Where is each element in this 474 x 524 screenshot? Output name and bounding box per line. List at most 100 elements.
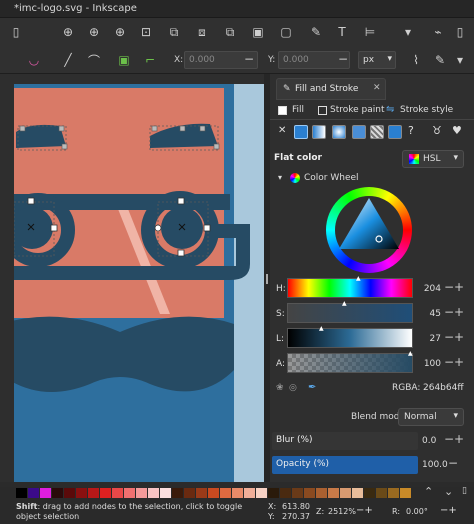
group-icon[interactable]: ▣	[250, 24, 266, 40]
path-effects-icon[interactable]: ✎	[432, 52, 448, 68]
palette-swatch[interactable]	[328, 488, 339, 498]
saturation-value[interactable]: 45	[417, 309, 441, 319]
color-managed-icon[interactable]: ❀	[276, 383, 284, 393]
palette-swatch[interactable]	[100, 488, 111, 498]
zoom-value[interactable]: 2512%	[328, 507, 356, 516]
flat-color-button[interactable]	[294, 125, 308, 139]
stroke-to-path-icon[interactable]: ⌐	[142, 52, 158, 68]
chevron-down-icon[interactable]: ⌄	[444, 485, 453, 498]
line-segment-icon[interactable]: ╱	[60, 52, 76, 68]
palette-swatch[interactable]	[352, 488, 363, 498]
palette-swatch[interactable]	[400, 488, 411, 498]
palette-swatch[interactable]	[364, 488, 375, 498]
rotation-stepper-icon[interactable]: −+	[440, 505, 457, 516]
alpha-value[interactable]: 100	[417, 359, 441, 369]
saturation-slider-thumb[interactable]: ▲	[342, 300, 347, 307]
saturation-slider[interactable]: ▲	[287, 300, 413, 323]
alpha-slider[interactable]: ▲	[287, 350, 413, 373]
palette-swatch[interactable]	[52, 488, 63, 498]
opacity-value[interactable]: 100.0	[422, 460, 448, 470]
opacity-slider[interactable]: Opacity (%)	[272, 456, 418, 474]
lightness-slider[interactable]: ▲	[287, 325, 413, 348]
fill-rule-nonzero-icon[interactable]: ♥	[452, 124, 462, 137]
lightness-stepper-icon[interactable]: −+	[444, 330, 464, 344]
hue-slider-thumb[interactable]: ▲	[356, 275, 361, 282]
text-font-icon[interactable]: T	[334, 24, 350, 40]
palette-swatch[interactable]	[124, 488, 135, 498]
palette-swatch[interactable]	[340, 488, 351, 498]
pattern-button[interactable]	[370, 125, 384, 139]
zoom-drawing-icon[interactable]: ⊕	[86, 24, 102, 40]
alpha-stepper-icon[interactable]: −+	[444, 355, 464, 369]
divider-grip[interactable]	[266, 274, 268, 284]
chevron-up-icon[interactable]: ⌃	[424, 485, 433, 498]
clone-icon[interactable]: ⧈	[194, 24, 210, 40]
palette-swatch[interactable]	[280, 488, 291, 498]
tab-stroke-paint[interactable]: Stroke paint	[330, 105, 385, 115]
show-handles-icon[interactable]: ⌇	[408, 52, 424, 68]
palette-swatch[interactable]	[88, 488, 99, 498]
node-cusp-icon[interactable]: ◡	[26, 52, 42, 68]
palette-swatch[interactable]	[16, 488, 27, 498]
opacity-stepper-icon[interactable]: −	[448, 456, 458, 470]
color-triangle[interactable]	[326, 187, 412, 273]
zoom-width-icon[interactable]: ⊡	[138, 24, 154, 40]
palette-swatch[interactable]	[112, 488, 123, 498]
close-icon[interactable]: ✕	[373, 83, 381, 93]
radial-gradient-button[interactable]	[332, 125, 346, 139]
x-stepper-icon[interactable]: −	[244, 52, 254, 66]
palette-swatch[interactable]	[232, 488, 243, 498]
palette-swatch[interactable]	[40, 488, 51, 498]
y-stepper-icon[interactable]: −	[338, 52, 348, 66]
blur-stepper-icon[interactable]: −+	[444, 432, 464, 446]
hue-slider[interactable]: ▲	[287, 275, 413, 298]
palette-swatch[interactable]	[76, 488, 87, 498]
palette-menu-icon[interactable]: ▯	[462, 486, 467, 496]
hue-value[interactable]: 204	[417, 284, 441, 294]
blur-slider[interactable]: Blur (%)	[272, 432, 418, 450]
palette-swatch[interactable]	[304, 488, 315, 498]
palette-swatch[interactable]	[316, 488, 327, 498]
object-to-path-icon[interactable]: ▣	[116, 52, 132, 68]
more-icon[interactable]: ▾	[452, 52, 468, 68]
rgba-input[interactable]: 264b64ff	[420, 381, 466, 397]
blur-value[interactable]: 0.0	[422, 436, 436, 446]
fill-rule-evenodd-icon[interactable]: ♉	[432, 124, 442, 137]
hue-stepper-icon[interactable]: −+	[444, 280, 464, 294]
palette-swatch[interactable]	[268, 488, 279, 498]
color-wheel[interactable]	[326, 187, 412, 273]
fill-stroke-icon[interactable]: ✎	[308, 24, 324, 40]
palette-swatch[interactable]	[208, 488, 219, 498]
palette-swatch[interactable]	[184, 488, 195, 498]
tab-fill[interactable]: Fill	[292, 105, 304, 115]
swatch-button[interactable]	[388, 125, 402, 139]
palette-swatch[interactable]	[256, 488, 267, 498]
ungroup-icon[interactable]: ▢	[278, 24, 294, 40]
alpha-slider-thumb[interactable]: ▲	[408, 350, 413, 357]
palette-swatch[interactable]	[172, 488, 183, 498]
unset-paint-icon[interactable]: ?	[408, 124, 414, 137]
palette-swatch[interactable]	[148, 488, 159, 498]
palette-swatch[interactable]	[388, 488, 399, 498]
palette-swatch[interactable]	[28, 488, 39, 498]
zoom-selection-icon[interactable]: ⊕	[60, 24, 76, 40]
palette-swatch[interactable]	[136, 488, 147, 498]
palette-swatch[interactable]	[220, 488, 231, 498]
unit-select[interactable]: px ▾	[358, 51, 396, 69]
zoom-stepper-icon[interactable]: −+	[356, 505, 373, 516]
saturation-stepper-icon[interactable]: −+	[444, 305, 464, 319]
snap-icon[interactable]: ⌁	[430, 24, 446, 40]
palette-swatch[interactable]	[64, 488, 75, 498]
drawing-canvas[interactable]	[0, 74, 264, 482]
palette-swatch[interactable]	[160, 488, 171, 498]
palette-swatch[interactable]	[196, 488, 207, 498]
palette-swatch[interactable]	[376, 488, 387, 498]
zoom-page-icon[interactable]: ⊕	[112, 24, 128, 40]
unlink-clone-icon[interactable]: ⧉	[222, 24, 238, 40]
palette-swatch[interactable]	[292, 488, 303, 498]
eyedropper-icon[interactable]: ✒	[308, 382, 316, 393]
lightness-slider-thumb[interactable]: ▲	[319, 325, 324, 332]
tab-stroke-style[interactable]: Stroke style	[400, 105, 453, 115]
align-icon[interactable]: ⊨	[362, 24, 378, 40]
document-icon[interactable]: ▯	[8, 24, 24, 40]
